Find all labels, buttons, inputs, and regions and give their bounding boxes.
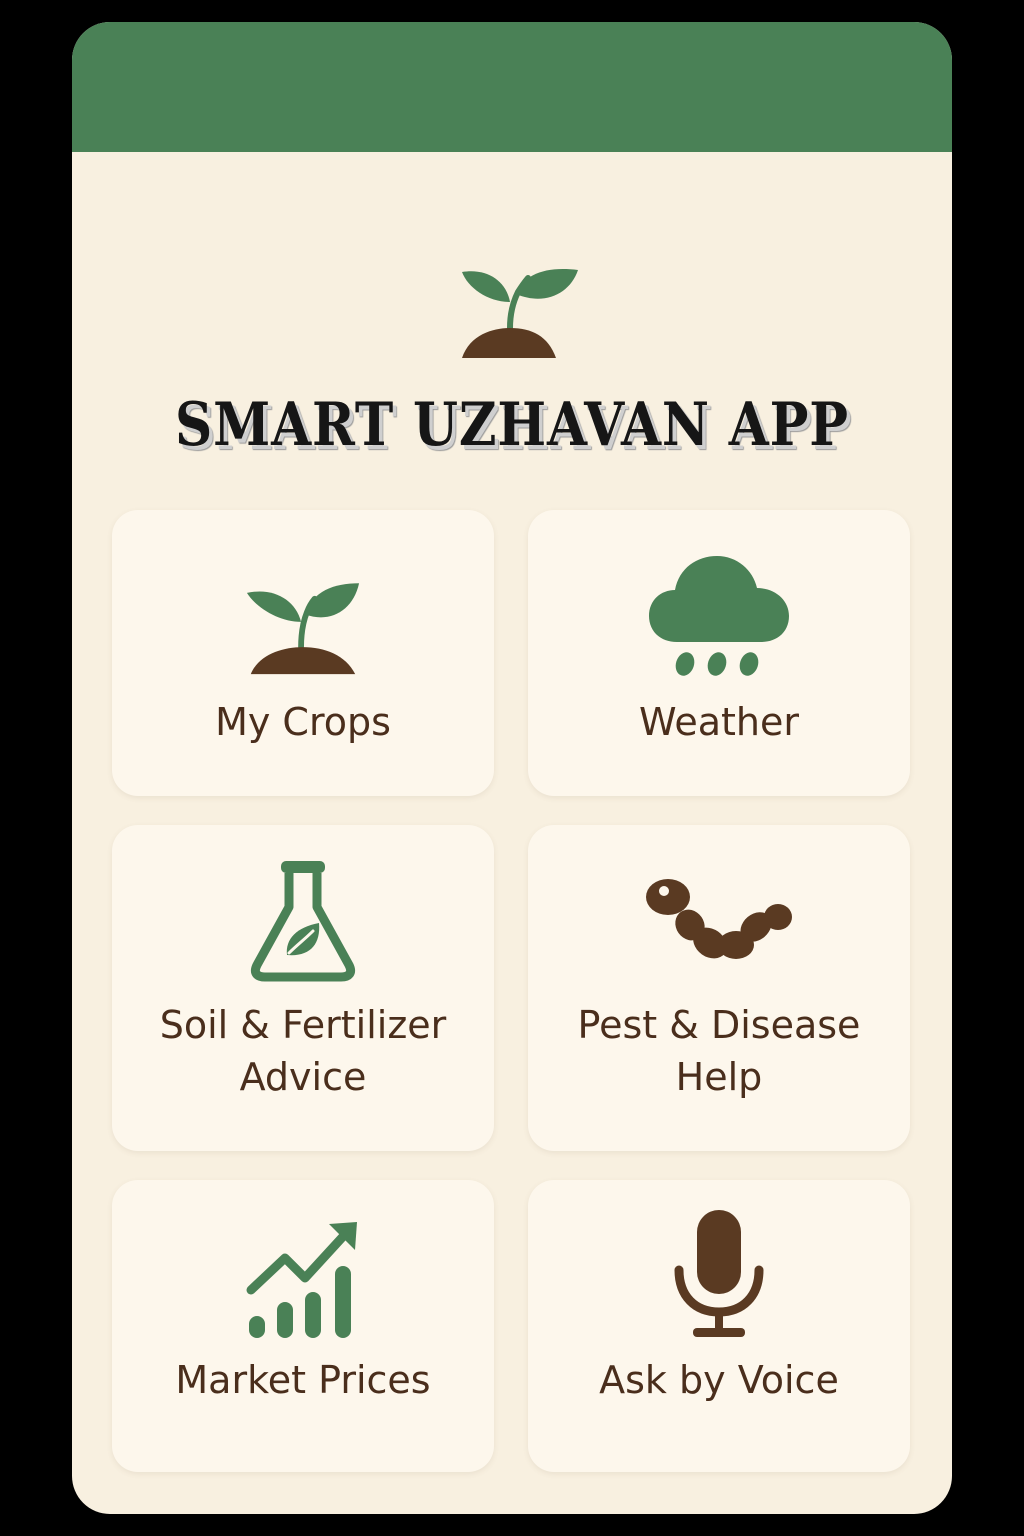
- my-crops-label: My Crops: [215, 700, 391, 744]
- header-bar: [72, 22, 952, 152]
- weather-label: Weather: [639, 700, 799, 744]
- market-prices-label: Market Prices: [175, 1358, 431, 1402]
- pest-disease-label: Pest & Disease Help: [577, 1003, 861, 1099]
- soil-fertilizer-label: Soil & Fertilizer Advice: [159, 1003, 447, 1099]
- weather-card[interactable]: Weather: [528, 510, 910, 796]
- pest-disease-card[interactable]: Pest & Disease Help: [528, 825, 910, 1151]
- rain-cloud-icon: [649, 556, 789, 676]
- sprout-icon: [246, 583, 360, 675]
- soil-fertilizer-card[interactable]: Soil & Fertilizer Advice: [112, 825, 494, 1151]
- ask-by-voice-card[interactable]: Ask by Voice: [528, 1180, 910, 1472]
- growth-chart-icon: [246, 1222, 357, 1338]
- flask-leaf-icon: [250, 861, 356, 982]
- worm-icon: [646, 879, 792, 959]
- ask-by-voice-label: Ask by Voice: [599, 1358, 839, 1402]
- app-screen: SMART UZHAVAN APP My Crops Weather Soil: [72, 22, 952, 1514]
- microphone-icon: [674, 1210, 764, 1337]
- sprout-logo-icon: [462, 269, 578, 358]
- my-crops-card[interactable]: My Crops: [112, 510, 494, 796]
- market-prices-card[interactable]: Market Prices: [112, 1180, 494, 1472]
- app-title: SMART UZHAVAN APP: [175, 390, 849, 460]
